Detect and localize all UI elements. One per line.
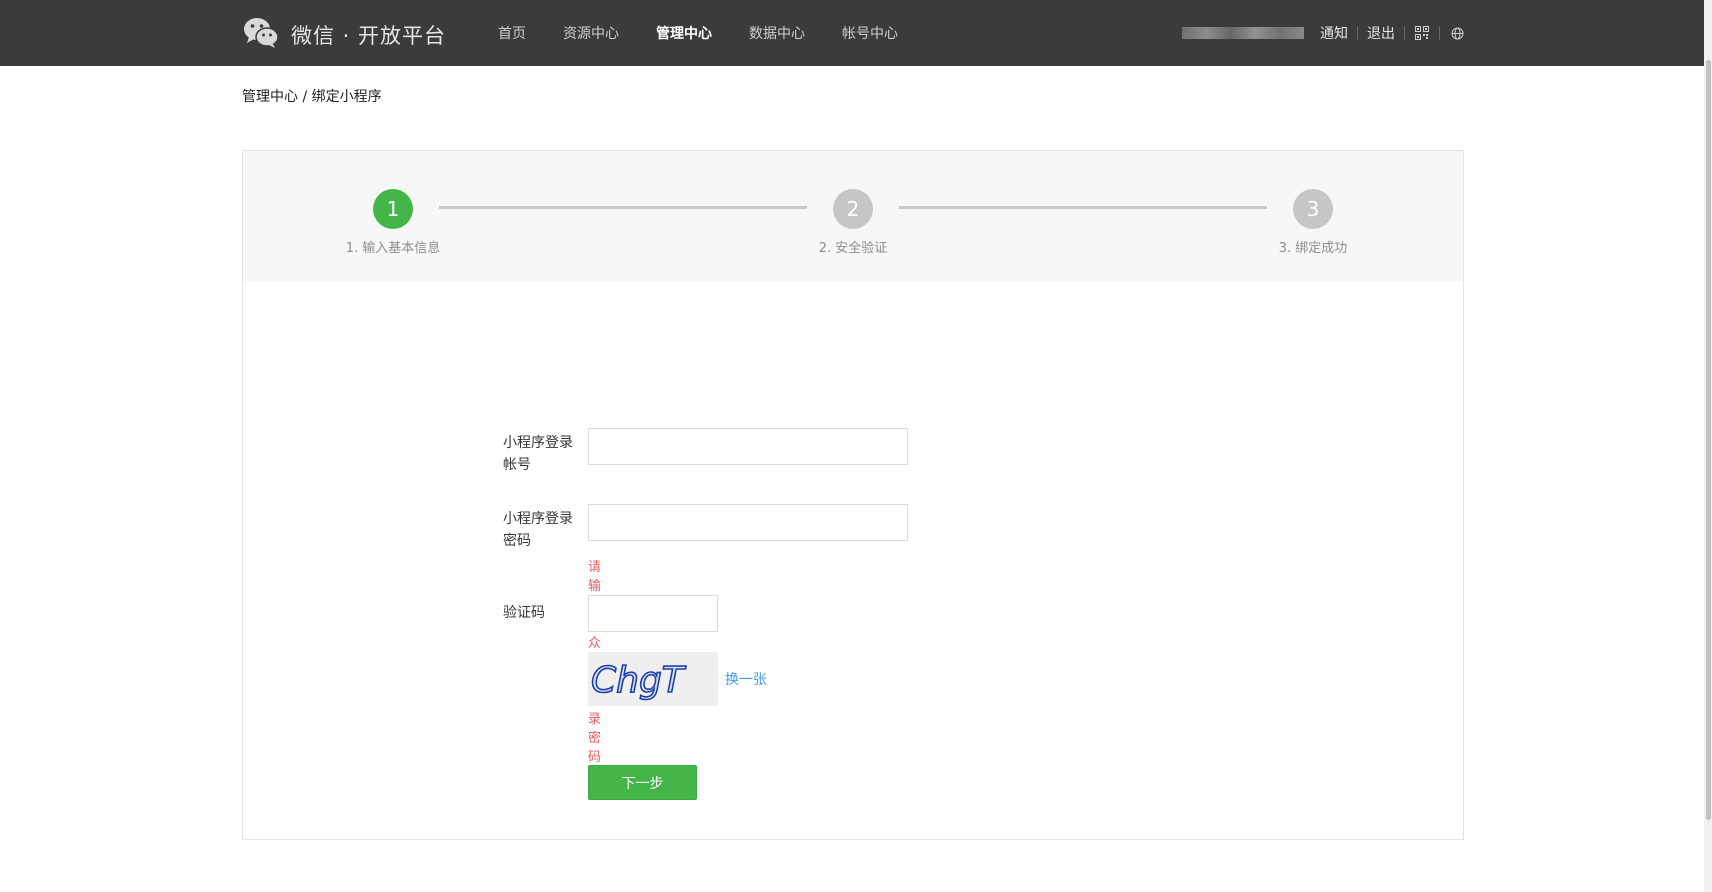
logo[interactable]: 微信 · 开放平台 (243, 17, 446, 53)
captcha-label: 验证码 (503, 605, 545, 621)
account-name-blurred (1182, 27, 1304, 39)
account-input[interactable] (588, 428, 908, 465)
logo-text: 微信 · 开放平台 (291, 24, 447, 48)
nav-item-management-center[interactable]: 管理中心 (656, 23, 712, 43)
notify-link[interactable]: 通知 (1320, 23, 1348, 43)
breadcrumb: 管理中心 / 绑定小程序 (242, 89, 382, 105)
divider (1404, 26, 1405, 40)
step-2: 2 2. 安全验证 (783, 189, 923, 256)
password-label: 小程序登录密码 (503, 511, 573, 549)
divider (1439, 26, 1440, 40)
vertical-scrollbar[interactable] (1704, 0, 1712, 892)
bind-miniprogram-panel: 1 1. 输入基本信息 2 2. 安全验证 3 3. 绑定成功 小程序登录帐号 … (242, 150, 1464, 840)
step-3: 3 3. 绑定成功 (1243, 189, 1383, 256)
step-connector (899, 206, 1267, 209)
step-1: 1 1. 输入基本信息 (323, 189, 463, 256)
nav-item-resource-center[interactable]: 资源中心 (563, 23, 619, 43)
captcha-input[interactable] (588, 595, 718, 632)
captcha-image[interactable]: ChgT (588, 652, 718, 706)
next-step-button[interactable]: 下一步 (588, 765, 697, 800)
main-nav: 首页 资源中心 管理中心 数据中心 帐号中心 (498, 0, 935, 66)
account-label: 小程序登录帐号 (503, 435, 573, 473)
step-connector (439, 206, 807, 209)
scrollbar-thumb[interactable] (1706, 60, 1711, 820)
step-label: 3. 绑定成功 (1278, 241, 1348, 256)
captcha-text: ChgT (591, 660, 687, 701)
step-number: 3 (1293, 189, 1333, 229)
wechat-logo-icon (243, 17, 279, 53)
change-captcha-link[interactable]: 换一张 (725, 669, 767, 689)
step-number: 2 (833, 189, 873, 229)
step-progress: 1 1. 输入基本信息 2 2. 安全验证 3 3. 绑定成功 (243, 151, 1463, 281)
step-number: 1 (373, 189, 413, 229)
qrcode-icon[interactable] (1414, 25, 1430, 41)
nav-item-data-center[interactable]: 数据中心 (749, 23, 805, 43)
top-navigation-bar: 微信 · 开放平台 首页 资源中心 管理中心 数据中心 帐号中心 通知 退出 (0, 0, 1712, 66)
nav-item-account-center[interactable]: 帐号中心 (842, 23, 898, 43)
top-right-tools: 通知 退出 (1182, 0, 1465, 66)
step-label: 1. 输入基本信息 (345, 241, 441, 256)
password-input[interactable] (588, 504, 908, 541)
divider (1357, 26, 1358, 40)
globe-icon[interactable] (1449, 25, 1465, 41)
nav-item-home[interactable]: 首页 (498, 23, 526, 43)
step-label: 2. 安全验证 (818, 241, 888, 256)
logout-link[interactable]: 退出 (1367, 23, 1395, 43)
